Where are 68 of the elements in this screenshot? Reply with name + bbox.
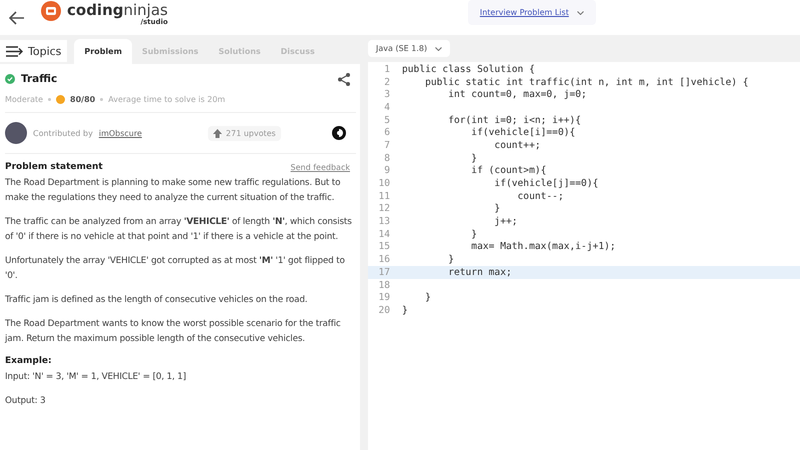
code-line: } xyxy=(470,228,478,240)
line-number: 5 xyxy=(383,114,390,126)
example-input-text: Input: 'N' = 3, 'M' = 1, VEHICLE' = [0, 1, 1] xyxy=(5,371,187,384)
code-line: } xyxy=(402,304,408,316)
menu-icon xyxy=(6,46,23,56)
line-number: 17 xyxy=(377,266,390,278)
back-arrow-icon[interactable] xyxy=(9,10,25,24)
line-number: 1 xyxy=(383,64,390,75)
statement-paragraph: Traffic jam is defined as the length of consecutive vehicles on the road. xyxy=(5,294,308,307)
code-line: count--; xyxy=(516,190,564,202)
code-line: int count=0, max=0, j=0; xyxy=(447,89,587,100)
example-output-text: Output: 3 xyxy=(5,395,46,408)
line-number: 15 xyxy=(377,241,390,252)
coin-icon xyxy=(56,94,66,104)
line-number: 18 xyxy=(377,280,390,291)
statement-paragraph: The traffic can be analyzed from an array 'VEHICLE' of length 'N', which consists of '0' if there is no vehicle at that point and '1' if there is a vehicle at the point. xyxy=(5,216,353,244)
code-line: return max; xyxy=(447,266,512,278)
line-number: 9 xyxy=(383,165,390,176)
line-number: 4 xyxy=(383,102,390,113)
code-line: j++; xyxy=(493,216,518,228)
logo-text: codingninjas xyxy=(67,1,168,19)
code-line: for(int i=0; i<n; i++){ xyxy=(447,114,582,126)
line-number: 6 xyxy=(383,127,390,138)
problem-title: Traffic xyxy=(21,73,58,85)
example-heading: Example: xyxy=(5,356,53,366)
code-line: public class Solution { xyxy=(402,64,535,75)
line-number: 16 xyxy=(377,254,390,266)
code-line: } xyxy=(424,292,431,304)
line-number: 7 xyxy=(383,140,390,151)
contributor-link[interactable]: imObscure xyxy=(98,128,142,138)
code-line: max= Math.max(max,i-j+1); xyxy=(470,241,616,252)
code-line: if (count>m){ xyxy=(470,165,546,176)
contributor-text: Contributed by xyxy=(33,128,93,138)
score-text: 80/80 xyxy=(70,94,96,104)
line-number: 11 xyxy=(377,190,390,202)
code-line: } xyxy=(470,152,478,164)
share-icon[interactable] xyxy=(338,72,350,86)
code-line: } xyxy=(447,254,454,266)
line-number: 20 xyxy=(377,304,390,316)
difficulty-label: Moderate xyxy=(5,94,44,104)
send-feedback-link[interactable]: Send feedback xyxy=(290,162,350,172)
chevron-down-icon xyxy=(435,46,442,51)
average-time-text: Average time to solve is 20m xyxy=(108,94,226,104)
line-number: 3 xyxy=(383,89,390,100)
code-line: count++; xyxy=(493,140,541,151)
code-line: if(vehicle[j]==0){ xyxy=(493,178,598,190)
line-number: 10 xyxy=(377,178,390,190)
avatar-placeholder xyxy=(5,122,27,144)
line-number: 14 xyxy=(377,228,390,240)
code-line: } xyxy=(493,203,500,214)
chevron-down-icon xyxy=(576,10,584,15)
upvote-arrow-icon xyxy=(212,128,222,138)
statement-heading: Problem statement xyxy=(5,162,103,172)
theme-toggle-icon[interactable] xyxy=(332,126,346,140)
language-dropdown[interactable]: Java (SE 1.8) xyxy=(368,40,450,57)
statement-paragraph: The Road Department wants to know the worst possible scenario for the traffic jam. Return the maximum possible length of the consecutive vehicles. xyxy=(5,318,342,346)
problem-list-dropdown[interactable]: Interview Problem List xyxy=(468,0,596,25)
line-number: 13 xyxy=(377,216,390,228)
statement-paragraph: Unfortunately the array 'VEHICLE' got corrupted as at most 'M' '1' got flipped to '0'. xyxy=(5,255,346,283)
tab[interactable]: Problem xyxy=(74,39,132,64)
line-number: 2 xyxy=(383,76,390,88)
line-number: 19 xyxy=(377,292,390,304)
topics-button[interactable]: Topics xyxy=(0,40,68,62)
code-line: public static int traffic(int n, int m, int []vehicle) { xyxy=(424,76,749,88)
code-line: if(vehicle[i]==0){ xyxy=(470,127,576,138)
statement-paragraph: The Road Department is planning to make some new traffic regulations. But to make the regulations they need to analyze the current situation of the traffic. xyxy=(5,177,342,205)
line-number: 12 xyxy=(377,203,390,214)
line-number: 8 xyxy=(383,152,390,164)
